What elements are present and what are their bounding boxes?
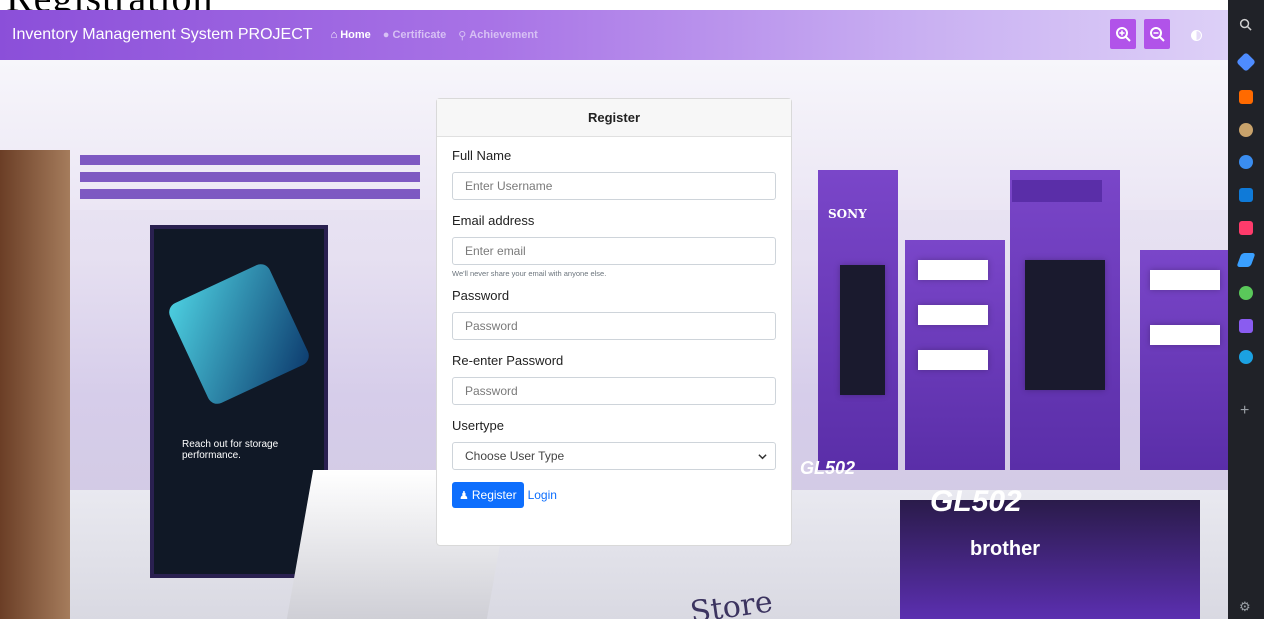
settings-icon[interactable]: ⚙ [1239,599,1251,615]
chevron-down-icon [758,454,767,460]
password-label: Password [452,288,510,303]
usertype-select[interactable]: Choose User Type [452,442,776,470]
skype-icon[interactable] [1239,350,1253,364]
nav-link-achievement-label: Achievement [469,29,538,41]
send-icon[interactable] [1236,253,1256,267]
office-icon[interactable] [1239,221,1253,235]
ceiling-stripe [80,172,420,182]
email-label: Email address [452,213,535,228]
product-poster [1025,260,1105,390]
brother-logo: brother [970,538,1040,560]
shelf [1150,270,1220,290]
full-name-group: Full Name [452,148,776,200]
page-heading-text: Registration [6,0,214,10]
add-icon[interactable]: + [1240,402,1249,420]
card-title: Register [437,99,791,137]
people-icon[interactable] [1239,123,1253,137]
hp-logo [1012,180,1102,202]
nav-link-home-label: Home [340,29,371,41]
gl502-text: GL502 [930,485,1022,518]
search-icon[interactable] [1239,18,1252,31]
zoom-out-button[interactable] [1144,19,1170,49]
register-card: Register Full Name Email address We'll n… [436,98,792,546]
zoom-controls [1102,19,1170,49]
browser-sidebar: + ⚙ [1228,0,1264,619]
briefcase-icon[interactable] [1239,90,1253,104]
trophy-icon: ⚲ [458,29,467,42]
usertype-group: Usertype Choose User Type [452,418,776,470]
usertype-label: Usertype [452,418,505,433]
circle-icon: ● [382,29,390,41]
register-button[interactable]: ♟ Register [452,482,524,508]
password-group: Password [452,288,776,340]
outlook-icon[interactable] [1239,188,1253,202]
email-input[interactable] [452,237,776,265]
product-poster [840,265,885,395]
onenote-icon[interactable] [1239,319,1253,333]
home-icon: ⌂ [330,29,338,41]
login-link[interactable]: Login [528,488,557,502]
shelf [918,350,988,370]
email-group: Email address We'll never share your ema… [452,213,776,278]
user-icon: ♟ [459,489,469,502]
form-actions: ♟ Register Login [452,482,776,508]
nav-link-home[interactable]: ⌂ Home [331,29,371,41]
shelf [1150,325,1220,345]
shelf [918,260,988,280]
navbar-brand[interactable]: Inventory Management System PROJECT [12,26,313,44]
ceiling-stripe [80,155,420,165]
left-wall [0,150,70,619]
zoom-in-button[interactable] [1110,19,1136,49]
nav-link-certificate[interactable]: ● Certificate [383,29,446,41]
poster-chip [165,260,313,408]
reenter-password-input[interactable] [452,377,776,405]
ssd-poster: Reach out for storage performance. [150,225,328,578]
page-heading-cropped: Registration [0,0,1228,10]
sony-logo: SONY [828,207,867,221]
copilot-icon[interactable] [1239,155,1253,169]
full-name-input[interactable] [452,172,776,200]
gl502-text: GL502 [800,458,856,478]
zoom-in-icon [1116,27,1131,42]
register-form: Full Name Email address We'll never shar… [437,137,791,508]
shelf [918,305,988,325]
email-help-text: We'll never share your email with anyone… [452,269,607,278]
tag-icon[interactable] [1236,52,1256,72]
register-button-label: Register [471,488,517,502]
ceiling-stripe [80,189,420,199]
tree-icon[interactable] [1239,286,1253,300]
zoom-out-icon [1150,27,1165,42]
reenter-password-label: Re-enter Password [452,353,564,368]
full-name-label: Full Name [452,148,512,163]
nav-link-certificate-label: Certificate [392,29,447,41]
poster-text: Reach out for storage performance. [182,439,279,461]
usertype-selected-value: Choose User Type [465,449,565,463]
nav-link-achievement[interactable]: ⚲ Achievement [458,29,538,42]
password-input[interactable] [452,312,776,340]
navbar: Inventory Management System PROJECT ⌂ Ho… [0,10,1228,60]
reenter-password-group: Re-enter Password [452,353,776,405]
contrast-icon[interactable] [1191,30,1202,41]
